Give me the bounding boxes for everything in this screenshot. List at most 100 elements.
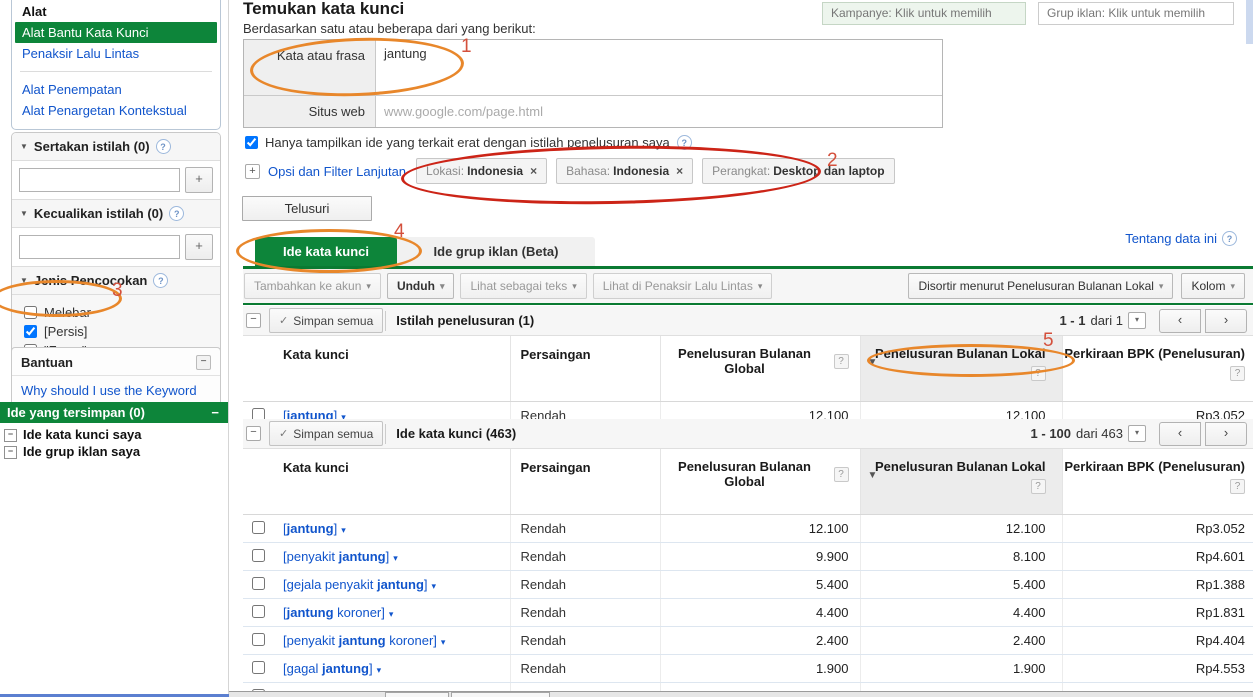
keyword-link[interactable]: [penyakit jantung]: [283, 549, 389, 564]
keyword-link[interactable]: [penyakit jantung koroner]: [283, 633, 437, 648]
keyword-field-label: Kata atau frasa: [244, 40, 376, 95]
adgroup-selector[interactable]: Grup iklan: Klik untuk memilih: [1038, 2, 1234, 25]
help-icon[interactable]: ?: [153, 273, 169, 288]
help-icon[interactable]: ?: [1030, 479, 1046, 494]
col-global-searches[interactable]: Penelusuran Bulanan Global?: [659, 449, 860, 515]
location-chip[interactable]: Lokasi: Indonesia ×: [416, 158, 548, 184]
sidebar-item-placement-tool[interactable]: Alat Penempatan: [22, 82, 122, 97]
chevron-down-icon[interactable]: ▾: [377, 665, 382, 675]
row-checkbox[interactable]: [252, 520, 265, 534]
minimize-icon[interactable]: −: [196, 355, 211, 370]
broad-checkbox[interactable]: [24, 306, 37, 319]
saved-adgroup-ideas-label: Ide grup iklan saya: [23, 444, 141, 459]
help-icon[interactable]: ?: [676, 135, 692, 150]
page-size-dropdown[interactable]: ▾: [1128, 312, 1146, 329]
include-terms-header[interactable]: ▼ Sertakan istilah (0) ?: [12, 133, 220, 161]
broad-label: Melebar: [44, 305, 91, 320]
saved-ideas-bar[interactable]: Ide yang tersimpan (0) −: [0, 402, 228, 423]
chevron-down-icon[interactable]: ▾: [441, 637, 446, 647]
row-checkbox[interactable]: [252, 548, 265, 562]
col-competition[interactable]: Persaingan: [509, 336, 660, 402]
local-searches-cell: 2.400: [859, 626, 1062, 655]
help-icon[interactable]: ?: [155, 139, 171, 154]
saved-keyword-ideas-item[interactable]: − Ide kata kunci saya: [2, 426, 226, 443]
col-local-searches[interactable]: ▼ Penelusuran Bulanan Lokal ?: [859, 336, 1062, 402]
keyword-link[interactable]: [gagal jantung]: [283, 661, 373, 676]
view-as-text-button[interactable]: Lihat sebagai teks ▾: [460, 273, 587, 299]
close-icon[interactable]: ×: [676, 164, 683, 178]
keyword-input[interactable]: jantung: [376, 40, 942, 95]
col-local-searches[interactable]: ▼ Penelusuran Bulanan Lokal ?: [859, 449, 1062, 515]
saved-adgroup-ideas-item[interactable]: − Ide grup iklan saya: [2, 443, 226, 460]
help-icon[interactable]: ?: [1230, 479, 1245, 494]
device-chip[interactable]: Perangkat: Desktop dan laptop: [702, 158, 895, 184]
campaign-selector[interactable]: Kampanye: Klik untuk memilih: [822, 2, 1026, 25]
col-global-searches[interactable]: Penelusuran Bulanan Global?: [659, 336, 860, 402]
col-approx-cpc[interactable]: Perkiraan BPK (Penelusuran) ?: [1061, 449, 1253, 515]
exclude-terms-header[interactable]: ▼ Kecualikan istilah (0) ?: [12, 199, 220, 228]
help-icon[interactable]: ?: [833, 353, 849, 369]
columns-button[interactable]: Kolom ▾: [1181, 273, 1245, 299]
close-icon[interactable]: ×: [530, 164, 537, 178]
chevron-down-icon[interactable]: ▾: [341, 525, 346, 535]
sidebar-item-contextual-targeting-tool[interactable]: Alat Penargetan Kontekstual: [22, 103, 187, 118]
keyword-link[interactable]: [gejala penyakit jantung]: [283, 577, 428, 592]
help-link[interactable]: Why should I use the Keyword: [12, 376, 220, 398]
table-row: [jantung] ▾ Rendah 12.100 12.100 Rp3.052: [243, 514, 1253, 543]
collapse-section-icon[interactable]: −: [246, 426, 261, 441]
search-button[interactable]: Telusuri: [242, 196, 372, 221]
help-icon[interactable]: ?: [1222, 231, 1237, 246]
add-include-term-button[interactable]: +: [185, 167, 213, 193]
minimize-icon[interactable]: −: [211, 405, 219, 420]
chevron-down-icon[interactable]: ▾: [393, 553, 398, 563]
add-to-account-button[interactable]: Tambahkan ke akun ▾: [244, 273, 381, 299]
col-approx-cpc[interactable]: Perkiraan BPK (Penelusuran) ?: [1061, 336, 1253, 402]
sort-by-button[interactable]: Disortir menurut Penelusuran Bulanan Lok…: [908, 273, 1174, 299]
help-icon[interactable]: ?: [833, 466, 849, 482]
expand-icon[interactable]: +: [245, 163, 260, 179]
next-page-button[interactable]: ›: [1205, 308, 1247, 333]
add-exclude-term-button[interactable]: +: [185, 234, 213, 260]
col-competition[interactable]: Persaingan: [509, 449, 660, 515]
row-checkbox[interactable]: [252, 660, 265, 674]
advanced-options-link[interactable]: Opsi dan Filter Lanjutan: [268, 164, 406, 179]
next-page-button[interactable]: ›: [1205, 421, 1247, 446]
chevron-down-icon: ▾: [1230, 280, 1235, 291]
tab-adgroup-ideas[interactable]: Ide grup iklan (Beta): [397, 237, 595, 266]
row-checkbox[interactable]: [252, 632, 265, 646]
match-types-header[interactable]: ▼ Jenis Pencocokan ?: [12, 266, 220, 295]
save-all-button[interactable]: ✓ Simpan semua: [269, 421, 384, 446]
chevron-down-icon[interactable]: ▾: [432, 581, 437, 591]
website-input[interactable]: [376, 96, 942, 127]
website-field-label: Situs web: [244, 96, 376, 127]
keyword-link[interactable]: [jantung koroner]: [283, 605, 385, 620]
prev-page-button[interactable]: ‹: [1159, 308, 1201, 333]
collapse-section-icon[interactable]: −: [246, 313, 261, 328]
row-checkbox[interactable]: [252, 576, 265, 590]
save-all-button[interactable]: ✓ Simpan semua: [269, 308, 384, 333]
match-option-broad: Melebar: [24, 303, 210, 322]
help-icon[interactable]: ?: [169, 206, 185, 221]
exact-checkbox[interactable]: [24, 325, 37, 338]
download-button[interactable]: Unduh ▾: [386, 273, 455, 299]
view-in-traffic-estimator-button[interactable]: Lihat di Penaksir Lalu Lintas ▾: [592, 273, 773, 299]
help-icon[interactable]: ?: [1030, 366, 1046, 381]
tab-keyword-ideas[interactable]: Ide kata kunci: [255, 237, 397, 266]
page-size-dropdown[interactable]: ▾: [1128, 425, 1146, 442]
sidebar-item-traffic-estimator[interactable]: Penaksir Lalu Lintas: [22, 46, 139, 61]
tree-collapse-icon[interactable]: −: [4, 446, 17, 459]
chevron-down-icon[interactable]: ▾: [389, 609, 394, 619]
sidebar-item-keyword-tool[interactable]: Alat Bantu Kata Kunci: [15, 22, 217, 43]
related-only-checkbox[interactable]: [245, 136, 258, 149]
prev-page-button[interactable]: ‹: [1159, 421, 1201, 446]
include-term-input[interactable]: [19, 168, 180, 192]
tree-collapse-icon[interactable]: −: [4, 429, 17, 442]
about-data-link[interactable]: Tentang data ini: [1125, 231, 1217, 246]
help-icon[interactable]: ?: [1230, 366, 1245, 381]
keyword-link[interactable]: [jantung]: [283, 521, 337, 536]
language-chip[interactable]: Bahasa: Indonesia ×: [556, 158, 694, 184]
exclude-term-input[interactable]: [19, 235, 180, 259]
row-checkbox[interactable]: [252, 604, 265, 618]
col-keyword[interactable]: Kata kunci: [278, 449, 510, 515]
col-keyword[interactable]: Kata kunci: [278, 336, 510, 402]
